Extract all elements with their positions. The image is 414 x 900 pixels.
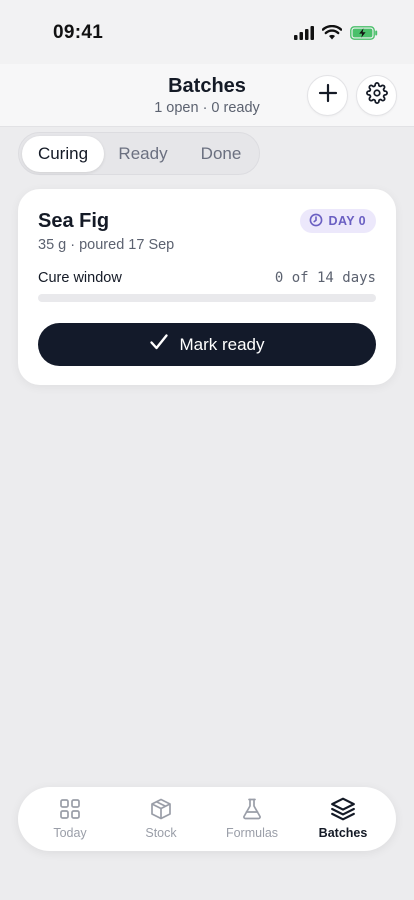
status-segmented-control: Curing Ready Done <box>18 132 260 175</box>
tab-batches[interactable]: Batches <box>298 795 388 845</box>
tab-batches-label: Batches <box>318 826 368 840</box>
tab-formulas-label: Formulas <box>225 826 279 840</box>
tab-stock-label: Stock <box>145 826 177 840</box>
cure-window-value: 0 of 14 days <box>274 270 376 286</box>
cure-window-label: Cure window <box>38 270 122 286</box>
add-batch-button[interactable] <box>307 75 348 116</box>
clock-icon <box>309 213 323 230</box>
tab-formulas[interactable]: Formulas <box>207 795 297 845</box>
tab-today[interactable]: Today <box>25 795 115 845</box>
batch-details: 35 g · poured 17 Sep <box>38 237 175 253</box>
bottom-tab-bar: Today Stock Formulas Batches <box>18 787 396 851</box>
battery-charging-icon <box>350 25 378 45</box>
layers-icon <box>330 795 356 823</box>
mark-ready-button[interactable]: Mark ready <box>38 323 376 366</box>
day-badge-label: DAY 0 <box>328 214 366 228</box>
page-title: Batches <box>168 75 246 97</box>
day-badge: DAY 0 <box>299 209 376 233</box>
cellular-signal-icon <box>294 25 314 45</box>
segment-curing[interactable]: Curing <box>22 136 104 172</box>
header: Batches 1 open · 0 ready <box>0 64 414 127</box>
status-bar: 09:41 <box>0 0 414 64</box>
mark-ready-label: Mark ready <box>179 334 265 354</box>
gear-icon <box>365 82 388 109</box>
cure-progress-bar <box>38 294 376 302</box>
flask-icon <box>240 795 264 823</box>
status-time: 09:41 <box>53 22 104 43</box>
batch-name: Sea Fig <box>38 210 110 232</box>
batch-card[interactable]: Sea Fig 35 g · poured 17 Sep DAY 0 Cure … <box>18 189 396 385</box>
tab-today-label: Today <box>53 826 87 840</box>
plus-icon <box>318 83 338 108</box>
settings-button[interactable] <box>356 75 397 116</box>
wifi-icon <box>321 24 343 45</box>
page-subtitle: 1 open · 0 ready <box>154 100 260 116</box>
segment-ready[interactable]: Ready <box>111 136 175 172</box>
box-icon <box>149 795 173 823</box>
status-icons <box>294 24 378 45</box>
grid-icon <box>59 795 81 823</box>
segment-done[interactable]: Done <box>186 136 256 172</box>
tab-stock[interactable]: Stock <box>116 795 206 845</box>
checkmark-icon <box>149 333 169 356</box>
